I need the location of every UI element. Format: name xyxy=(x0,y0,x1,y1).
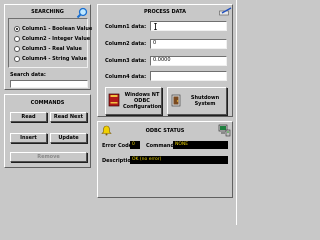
commands-panel: COMMANDS Read Read Next Insert Update Re… xyxy=(4,94,91,168)
radio-column3[interactable]: Column3 - Real Value xyxy=(14,46,82,52)
odbc-status-panel: ODBC STATUS Error Code 0 Command NONE De… xyxy=(97,121,233,198)
book-icon xyxy=(108,93,121,109)
radio-button[interactable] xyxy=(14,46,20,52)
column2-data-input[interactable]: 0 xyxy=(150,39,227,49)
radio-label: Column2 - Integer Value xyxy=(22,36,91,42)
radio-label: Column3 - Real Value xyxy=(22,46,82,52)
search-data-label: Search data: xyxy=(10,72,46,78)
error-code-label: Error Code xyxy=(102,143,133,149)
column4-data-label: Column4 data: xyxy=(105,74,147,80)
searching-panel: SEARCHING Column1 - Boolean Value Column… xyxy=(4,4,92,90)
text-cursor-icon xyxy=(154,23,157,32)
shutdown-system-button[interactable]: Shutdown System xyxy=(167,87,227,115)
radio-button[interactable] xyxy=(14,36,20,42)
column1-data-input[interactable] xyxy=(150,21,227,31)
read-next-button[interactable]: Read Next xyxy=(50,112,87,122)
network-computer-icon xyxy=(217,124,231,139)
insert-button[interactable]: Insert xyxy=(10,133,47,143)
process-data-title: PROCESS DATA xyxy=(143,9,187,15)
description-value: OK (no error) xyxy=(130,156,228,164)
command-label: Command xyxy=(146,143,175,149)
process-data-panel: PROCESS DATA Column1 data: Column2 data:… xyxy=(97,4,233,117)
read-button[interactable]: Read xyxy=(10,112,47,122)
column3-data-input[interactable]: 0.0000 xyxy=(150,56,227,66)
radio-button[interactable] xyxy=(14,56,20,62)
column4-data-input[interactable] xyxy=(150,71,227,81)
radio-column1[interactable]: Column1 - Boolean Value xyxy=(14,26,92,32)
pen-icon xyxy=(219,7,232,18)
column2-data-label: Column2 data: xyxy=(105,41,147,47)
odbc-configuration-label: Windows NT ODBC Configuration xyxy=(123,92,162,110)
error-code-value: 0 xyxy=(130,141,140,149)
shutdown-system-label: Shutdown System xyxy=(190,95,220,107)
radio-label: Column4 - String Value xyxy=(22,56,87,62)
radio-column4[interactable]: Column4 - String Value xyxy=(14,56,87,62)
radio-button[interactable] xyxy=(14,26,20,32)
odbc-configuration-button[interactable]: Windows NT ODBC Configuration xyxy=(105,87,162,115)
remove-button[interactable]: Remove xyxy=(10,152,87,162)
column3-data-label: Column3 data: xyxy=(105,58,147,64)
column1-data-label: Column1 data: xyxy=(105,24,147,30)
commands-title: COMMANDS xyxy=(30,100,65,106)
right-edge-divider xyxy=(236,0,237,225)
radio-column2[interactable]: Column2 - Integer Value xyxy=(14,36,90,42)
shutdown-door-icon xyxy=(171,94,182,109)
update-button[interactable]: Update xyxy=(50,133,87,143)
search-input[interactable] xyxy=(10,80,88,88)
odbc-status-title: ODBC STATUS xyxy=(145,128,185,134)
radio-label: Column1 - Boolean Value xyxy=(22,26,93,32)
command-value: NONE xyxy=(173,141,228,149)
